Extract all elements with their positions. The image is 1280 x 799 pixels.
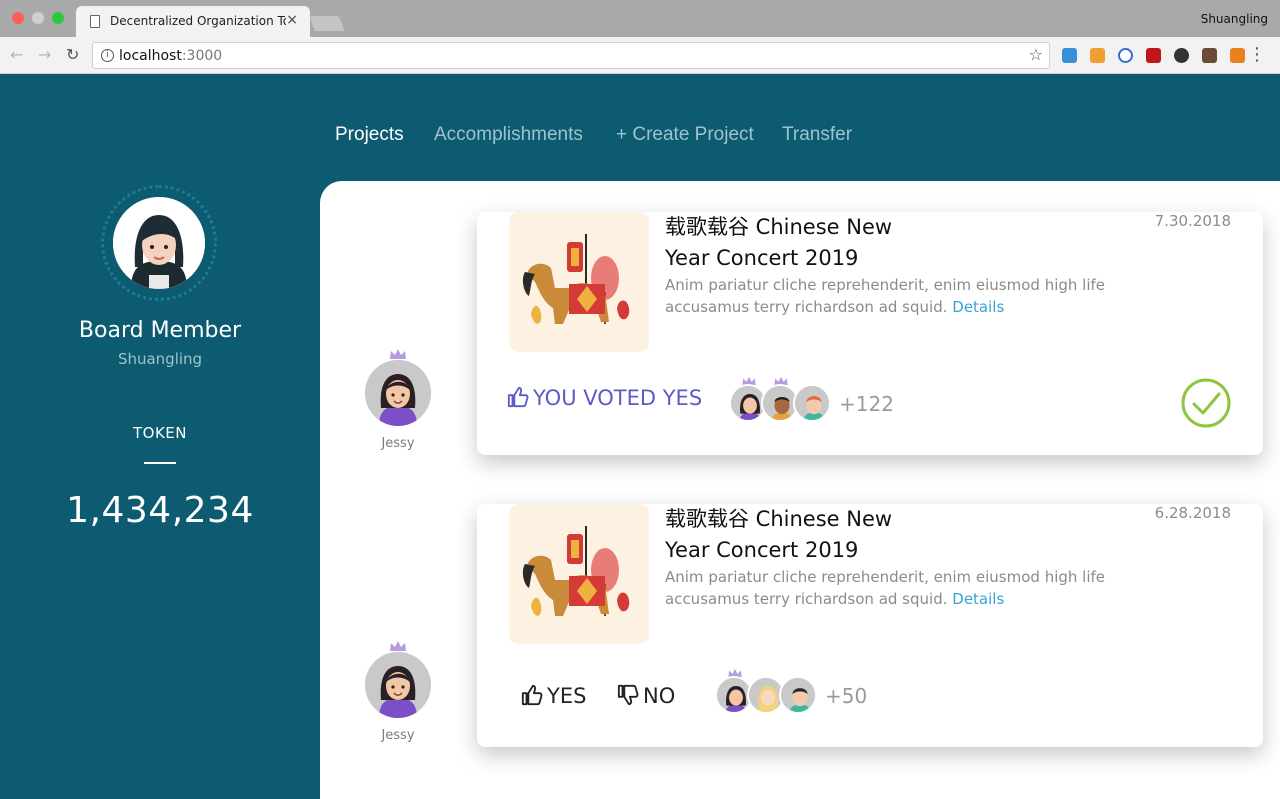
crown-icon [390, 349, 406, 359]
project-description: Anim pariatur cliche reprehenderit, enim… [665, 566, 1125, 610]
girl-avatar-icon [365, 652, 431, 718]
url-port: :3000 [181, 48, 223, 64]
man-avatar-icon [781, 678, 815, 712]
member-name: Shuangling [117, 350, 203, 368]
extension-icon[interactable] [1118, 48, 1133, 63]
project-title: 载歌载谷 Chinese New Year Concert 2019 [665, 504, 965, 566]
browser-tab-bar: Decentralized Organization To × Shuangli… [0, 0, 1280, 37]
voted-status: YOU VOTED YES [507, 386, 702, 410]
proposer-avatar [365, 360, 431, 426]
man-avatar-icon [795, 386, 829, 420]
member-role: Board Member [78, 318, 242, 343]
voter-count[interactable]: +50 [825, 684, 867, 708]
browser-menu-icon[interactable]: ⋮ [1248, 44, 1266, 65]
reload-button[interactable]: ↻ [66, 45, 79, 64]
nav-transfer[interactable]: Transfer [782, 124, 852, 146]
tab-close-icon[interactable]: × [286, 12, 298, 28]
voter-avatars[interactable]: +122 [727, 376, 927, 422]
nav-projects[interactable]: Projects [335, 124, 404, 146]
project-card: 载歌载谷 Chinese New Year Concert 2019 Anim … [477, 212, 1263, 455]
extension-icon[interactable] [1090, 48, 1105, 63]
extension-icon[interactable] [1062, 48, 1077, 63]
project-description: Anim pariatur cliche reprehenderit, enim… [665, 274, 1125, 318]
project-date: 7.30.2018 [1154, 212, 1231, 230]
nav-accomplishments[interactable]: Accomplishments [434, 124, 583, 146]
project-title-line: Year Concert 2019 [665, 246, 859, 270]
url-host: localhost [119, 48, 182, 64]
extension-icon[interactable] [1202, 48, 1217, 63]
description-text: Anim pariatur cliche reprehenderit, enim… [665, 568, 1106, 608]
pdf-extension-icon[interactable] [1146, 48, 1161, 63]
main-nav: Projects Accomplishments + Create Projec… [0, 124, 1280, 150]
details-link[interactable]: Details [952, 590, 1004, 608]
dog-lantern-illustration-icon [509, 212, 649, 352]
url-text[interactable]: localhost:3000 [119, 48, 222, 64]
bookmark-star-icon[interactable]: ☆ [1029, 45, 1043, 64]
maximize-window-button[interactable] [52, 12, 64, 24]
address-bar[interactable]: i localhost:3000 ☆ [92, 42, 1050, 69]
proposer[interactable]: Jessy [353, 348, 443, 458]
girl-avatar-icon [365, 360, 431, 426]
back-button[interactable]: ← [10, 45, 23, 64]
profile-name[interactable]: Shuangling [1201, 12, 1268, 26]
vote-yes-button[interactable]: YES [521, 684, 586, 708]
thumbs-up-icon [507, 386, 529, 408]
token-value: 1,434,234 [66, 490, 254, 531]
female-avatar-icon [113, 197, 205, 289]
description-text: Anim pariatur cliche reprehenderit, enim… [665, 276, 1106, 316]
details-link[interactable]: Details [952, 298, 1004, 316]
nav-create-project[interactable]: + Create Project [616, 124, 754, 146]
dog-lantern-illustration-icon [509, 504, 649, 644]
info-icon[interactable]: i [101, 49, 114, 62]
proposer-name: Jessy [381, 728, 415, 743]
forward-button[interactable]: → [38, 45, 51, 64]
tab-title: Decentralized Organization To [110, 14, 286, 28]
voter-avatar [793, 384, 831, 422]
close-window-button[interactable] [12, 12, 24, 24]
check-circle-icon [1181, 378, 1231, 428]
project-thumbnail[interactable] [509, 504, 649, 644]
thumbs-down-icon [617, 684, 639, 706]
vote-no-label: NO [643, 684, 676, 708]
voter-avatars[interactable]: +50 [713, 668, 913, 714]
project-date: 6.28.2018 [1154, 504, 1231, 522]
user-avatar[interactable] [113, 197, 205, 289]
minimize-window-button[interactable] [32, 12, 44, 24]
voted-status-text: YOU VOTED YES [533, 386, 703, 410]
proposer[interactable]: Jessy [353, 640, 443, 750]
project-card: 载歌载谷 Chinese New Year Concert 2019 Anim … [477, 504, 1263, 747]
vote-no-button[interactable]: NO [617, 684, 675, 708]
token-label: TOKEN [132, 424, 187, 442]
vote-yes-label: YES [547, 684, 587, 708]
crown-icon [390, 641, 406, 651]
browser-toolbar: ← → ↻ i localhost:3000 ☆ ⋮ [0, 37, 1280, 74]
voter-count[interactable]: +122 [839, 392, 894, 416]
project-title-line: Year Concert 2019 [665, 538, 859, 562]
new-tab-button[interactable] [309, 16, 345, 31]
project-title-line: 载歌载谷 Chinese New [665, 507, 893, 531]
document-icon [90, 15, 100, 28]
browser-tab[interactable]: Decentralized Organization To × [76, 6, 310, 37]
project-title-line: 载歌载谷 Chinese New [665, 215, 893, 239]
voter-avatar [779, 676, 817, 714]
proposer-name: Jessy [381, 436, 415, 451]
project-title: 载歌载谷 Chinese New Year Concert 2019 [665, 212, 965, 274]
project-thumbnail[interactable] [509, 212, 649, 352]
thumbs-up-icon [521, 684, 543, 706]
extension-icon[interactable] [1174, 48, 1189, 63]
metamask-fox-icon[interactable] [1230, 48, 1245, 63]
token-divider [144, 462, 176, 464]
proposer-avatar [365, 652, 431, 718]
